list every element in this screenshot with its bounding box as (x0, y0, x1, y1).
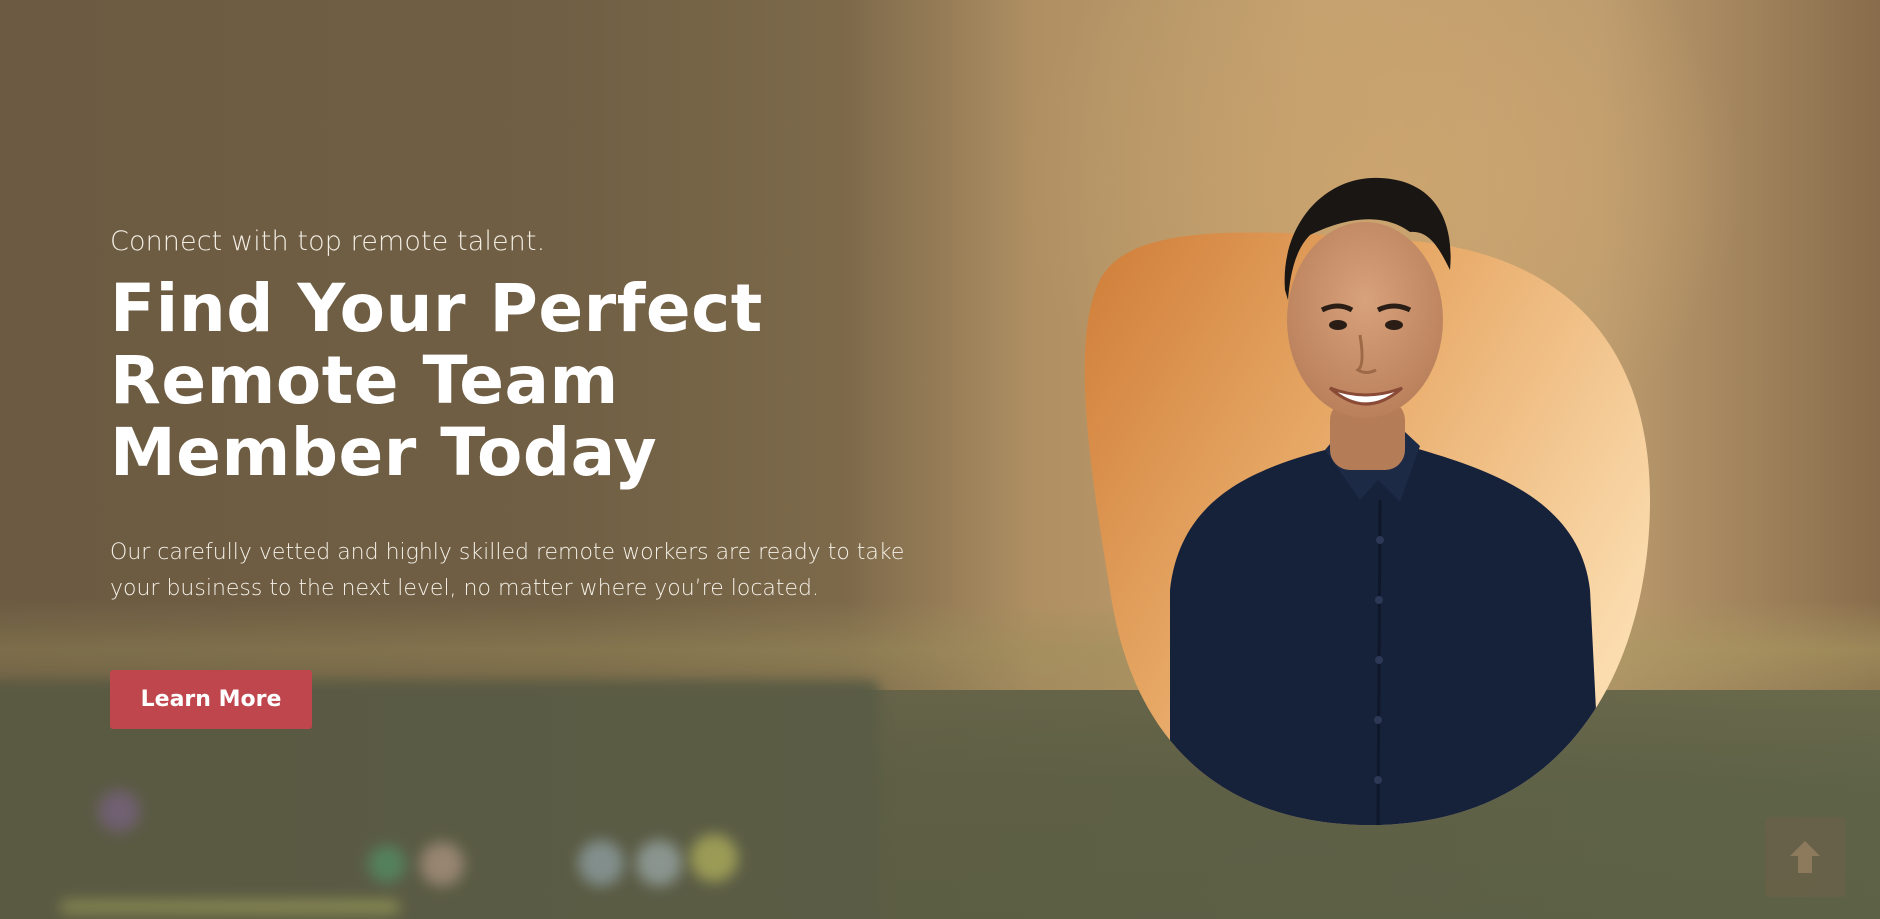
arrow-up-icon (1790, 841, 1820, 873)
headline-line: Find Your Perfect (110, 270, 763, 347)
headline-line: Member Today (110, 414, 658, 491)
hero-tagline: Connect with top remote talent. (110, 226, 546, 257)
hero-headline: Find Your Perfect Remote Team Member Tod… (110, 273, 930, 489)
hero-description: Our carefully vetted and highly skilled … (110, 540, 905, 601)
scroll-to-top-button[interactable] (1765, 817, 1845, 897)
learn-more-button[interactable]: Learn More (110, 670, 312, 729)
hero-section: Connect with top remote talent. Find You… (0, 0, 1880, 919)
shirt (1170, 448, 1600, 826)
face (1287, 222, 1443, 418)
person-portrait-image (1084, 177, 1650, 826)
headline-line: Remote Team (110, 342, 619, 419)
hero-content: Connect with top remote talent. Find You… (110, 226, 930, 607)
